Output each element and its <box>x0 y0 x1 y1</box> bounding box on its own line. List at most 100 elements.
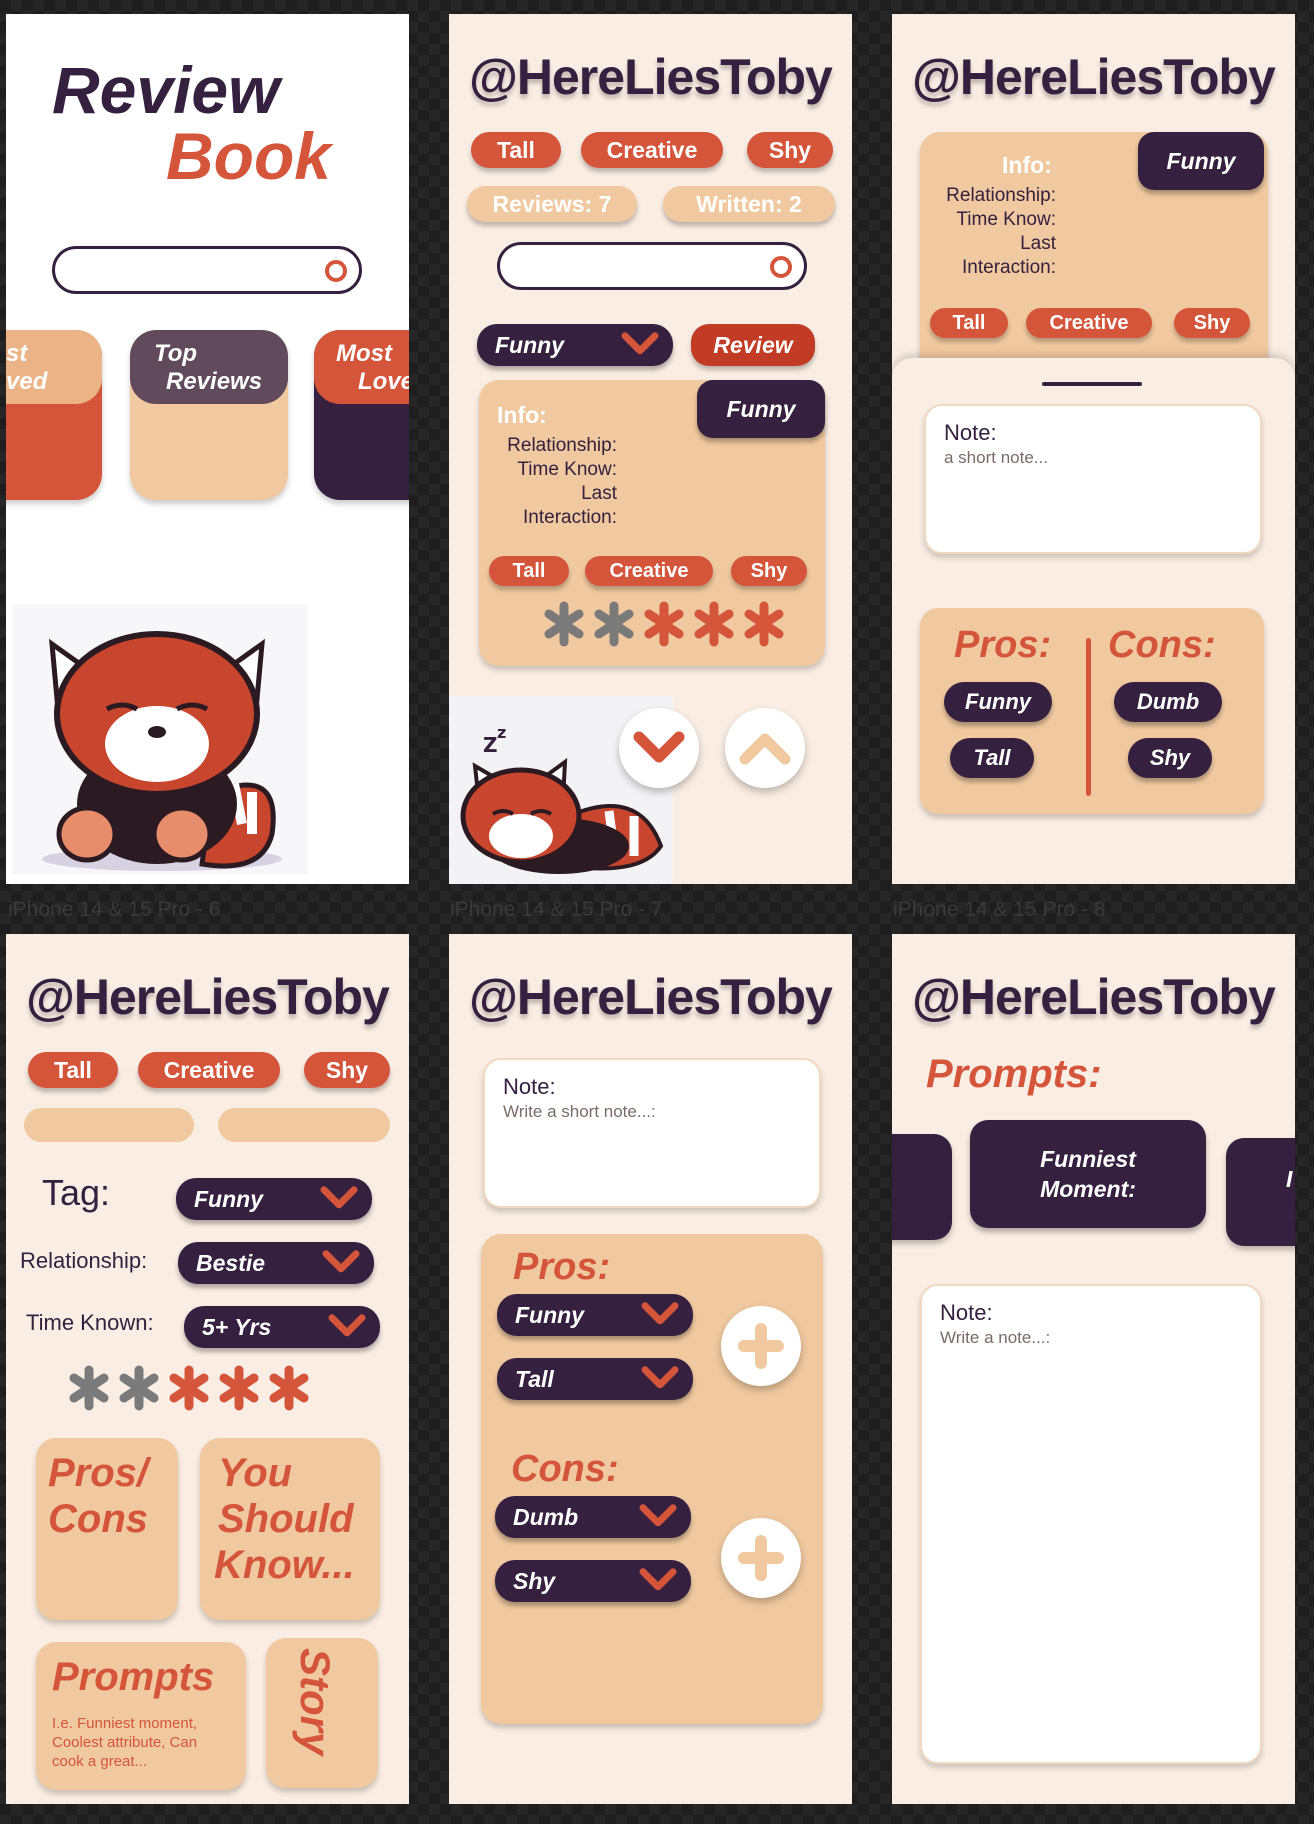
rating-input[interactable] <box>68 1364 310 1416</box>
con-tag[interactable]: Dumb <box>1114 682 1222 722</box>
prompts-tile[interactable]: Prompts I.e. Funniest moment, Coolest at… <box>36 1642 246 1790</box>
add-con-button[interactable] <box>721 1518 801 1598</box>
chevron-down-icon <box>641 1302 679 1325</box>
frame-label-7: iPhone 14 & 15 Pro - 7 <box>450 898 663 921</box>
info-line: Last <box>581 483 617 504</box>
home-screen: Review Book st ved Top Reviews Most Love <box>6 14 409 884</box>
time-known-dropdown[interactable]: 5+ Yrs <box>184 1306 380 1348</box>
dislike-button[interactable] <box>619 708 699 788</box>
prompt-card-prev[interactable] <box>892 1134 952 1240</box>
relationship-dropdown[interactable]: Bestie <box>178 1242 374 1284</box>
trait-pill[interactable]: Creative <box>581 132 723 168</box>
star-empty-icon[interactable] <box>118 1364 160 1412</box>
note-field[interactable]: Note: Write a note...: <box>920 1284 1262 1764</box>
info-tag-badge[interactable]: Funny <box>697 380 825 438</box>
star-filled-icon[interactable] <box>168 1364 210 1412</box>
trait-pill[interactable]: Tall <box>930 308 1008 338</box>
pro-tag[interactable]: Funny <box>944 682 1052 722</box>
tile-title: Story <box>292 1648 339 1756</box>
star-empty-icon <box>544 601 584 647</box>
trait-pill[interactable]: Tall <box>471 132 561 168</box>
trait-pill[interactable]: Creative <box>585 556 713 586</box>
prompt-card-next[interactable]: I <box>1226 1138 1295 1246</box>
trait-pill[interactable]: Tall <box>489 556 569 586</box>
search-icon[interactable] <box>325 260 347 282</box>
frame-label-6: iPhone 14 & 15 Pro - 6 <box>8 898 221 921</box>
profile-handle: @HereLiesToby <box>469 969 833 1025</box>
add-pro-button[interactable] <box>721 1306 801 1386</box>
info-line: Time Know: <box>517 459 617 480</box>
trait-pill[interactable]: Creative <box>138 1052 280 1088</box>
tag-dropdown[interactable]: Funny <box>477 324 673 366</box>
review-button[interactable]: Review <box>691 324 815 366</box>
cons-title: Cons: <box>1108 624 1216 666</box>
trait-pill[interactable]: Tall <box>28 1052 118 1088</box>
trait-pill[interactable]: Shy <box>747 132 833 168</box>
chevron-down-icon <box>633 731 685 763</box>
time-known-dropdown-value: 5+ Yrs <box>202 1313 272 1340</box>
tag-dropdown[interactable]: Funny <box>176 1178 372 1220</box>
info-title: Info: <box>497 402 547 428</box>
story-tile[interactable]: Story <box>266 1638 378 1788</box>
category-tile-most-loved[interactable]: Most Love <box>314 330 409 500</box>
chevron-down-icon <box>328 1314 366 1337</box>
info-line: Relationship: <box>507 435 617 456</box>
tile-title: Know... <box>214 1543 355 1587</box>
prompts-hint: I.e. Funniest moment, Coolest attribute,… <box>52 1715 198 1770</box>
con-tag[interactable]: Shy <box>1128 738 1212 778</box>
tile-title: Pros/ <box>48 1451 149 1495</box>
stat-badge-placeholder <box>218 1108 390 1142</box>
tag-dropdown-value: Funny <box>194 1185 263 1212</box>
category-label: Reviews <box>166 368 263 395</box>
plus-icon <box>738 1323 784 1369</box>
info-line: Relationship: <box>946 185 1056 206</box>
pro-dropdown[interactable]: Tall <box>497 1358 693 1400</box>
divider <box>1086 638 1091 796</box>
chevron-down-icon <box>320 1186 358 1209</box>
info-line: Time Know: <box>956 209 1056 230</box>
chevron-down-icon <box>639 1504 677 1527</box>
bottom-sheet: Note: a short note... Pros: Cons: Funny … <box>892 358 1295 884</box>
like-button[interactable] <box>725 708 805 788</box>
trait-pill[interactable]: Shy <box>731 556 807 586</box>
note-field[interactable]: Note: Write a short note...: <box>483 1058 821 1208</box>
star-filled-icon[interactable] <box>218 1364 260 1412</box>
note-field[interactable]: Note: a short note... <box>924 404 1262 554</box>
review-button-label: Review <box>713 331 793 358</box>
con-dropdown[interactable]: Dumb <box>495 1496 691 1538</box>
search-input[interactable] <box>52 246 362 294</box>
info-card: Info: Funny Relationship: Time Know: Las… <box>479 380 825 666</box>
pro-tag[interactable]: Tall <box>950 738 1034 778</box>
prompt-card-active[interactable]: Funniest Moment: <box>970 1120 1206 1228</box>
profile-handle: @HereLiesToby <box>912 49 1276 105</box>
chevron-down-icon <box>322 1250 360 1273</box>
category-label: ved <box>6 368 48 395</box>
star-empty-icon <box>594 601 634 647</box>
pro-dropdown-value: Funny <box>515 1301 584 1328</box>
search-input[interactable] <box>497 242 807 290</box>
trait-pill[interactable]: Shy <box>1174 308 1250 338</box>
star-filled-icon[interactable] <box>268 1364 310 1412</box>
trait-pill[interactable]: Shy <box>304 1052 390 1088</box>
you-should-know-tile[interactable]: You Should Know... <box>200 1438 380 1620</box>
category-tile-loved[interactable]: st ved <box>6 330 102 500</box>
info-line: Interaction: <box>523 507 617 528</box>
star-empty-icon[interactable] <box>68 1364 110 1412</box>
sheet-handle[interactable] <box>1042 382 1142 386</box>
pros-cons-tile[interactable]: Pros/ Cons <box>36 1438 178 1620</box>
tag-label: Tag: <box>42 1172 111 1213</box>
con-dropdown[interactable]: Shy <box>495 1560 691 1602</box>
info-tag-badge[interactable]: Funny <box>1138 132 1264 190</box>
con-dropdown-value: Dumb <box>513 1503 579 1530</box>
pro-dropdown[interactable]: Funny <box>497 1294 693 1336</box>
svg-text:z: z <box>497 723 506 742</box>
trait-pill[interactable]: Creative <box>1026 308 1152 338</box>
category-tile-top-reviews[interactable]: Top Reviews <box>130 330 288 500</box>
info-fields: Relationship: Time Know: Last Interactio… <box>932 184 1056 280</box>
write-review-screen: @HereLiesToby Tall Creative Shy Tag: Fun… <box>6 934 409 1804</box>
stat-badge-placeholder <box>24 1108 194 1142</box>
search-icon[interactable] <box>770 256 792 278</box>
written-count-badge: Written: 2 <box>663 186 835 222</box>
info-line: Interaction: <box>962 257 1056 278</box>
time-known-label: Time Known: <box>26 1310 154 1335</box>
